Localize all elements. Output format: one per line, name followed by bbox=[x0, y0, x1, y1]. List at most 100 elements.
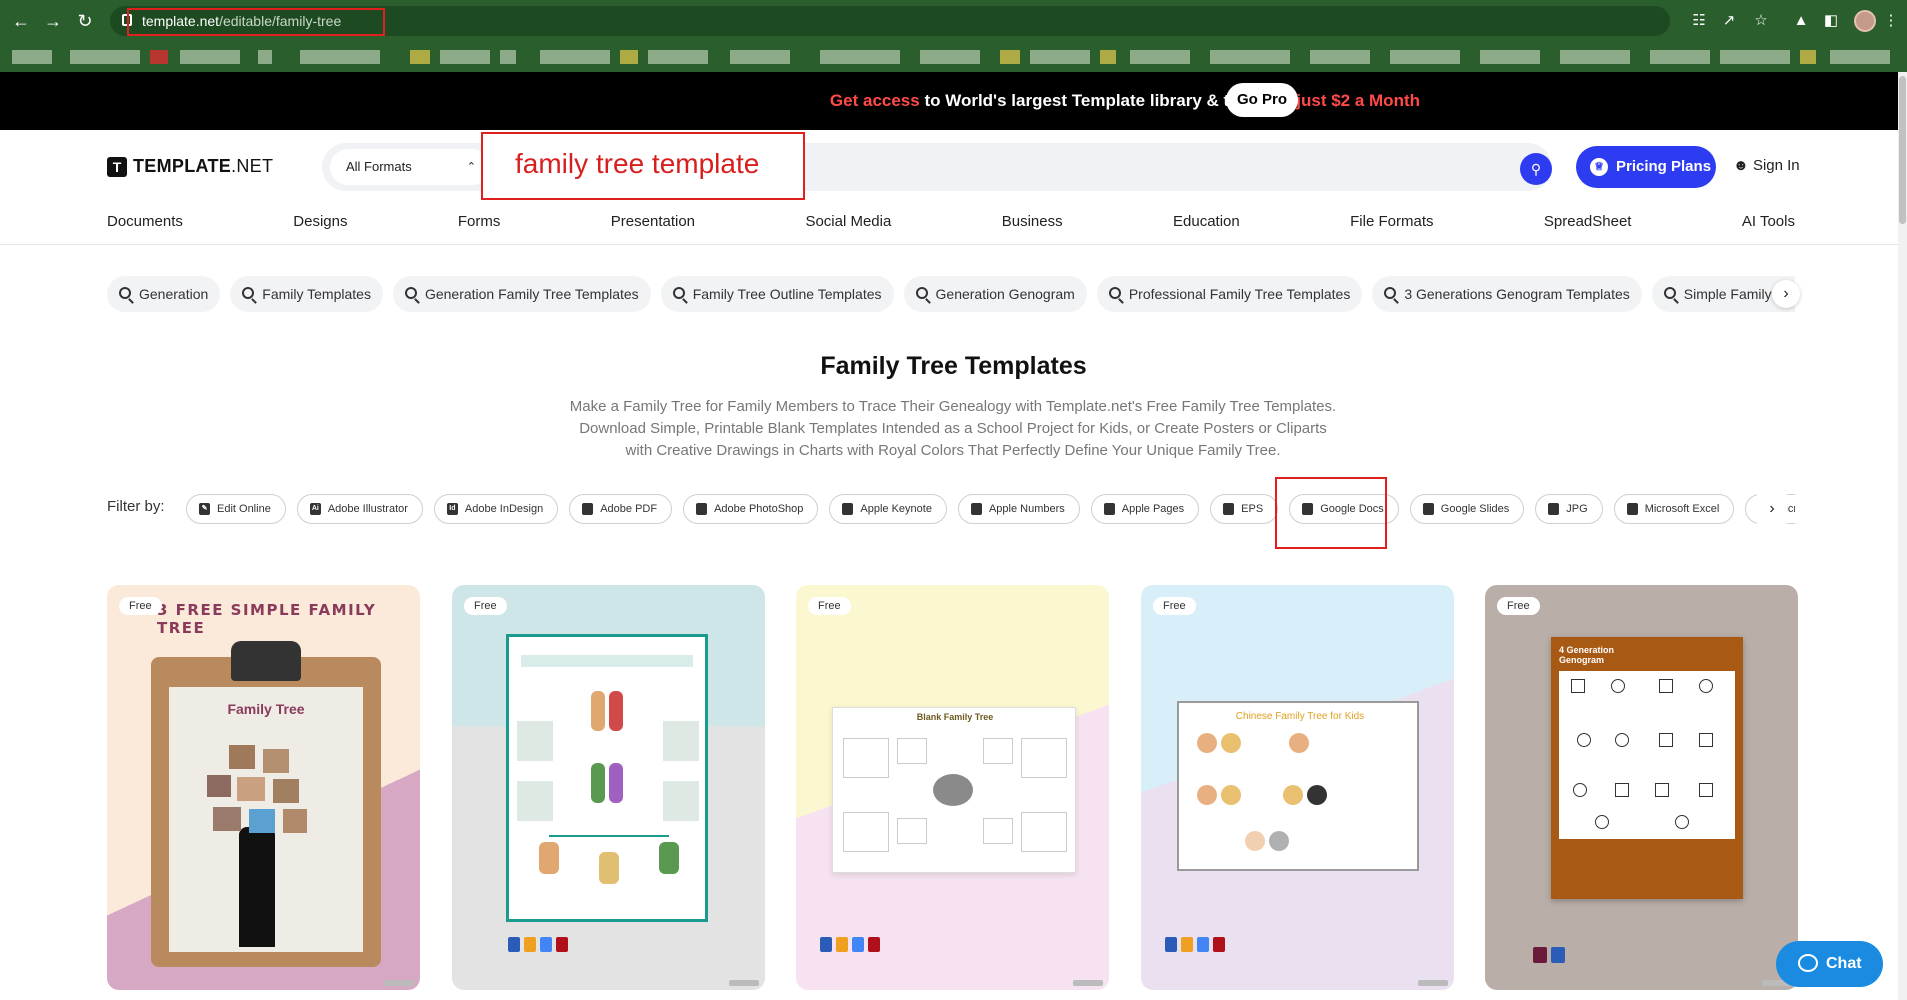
search-chip[interactable]: Family Templates bbox=[230, 276, 383, 312]
bookmark-item[interactable] bbox=[12, 50, 52, 64]
template-card[interactable]: Free Blank Family Tree bbox=[796, 585, 1109, 990]
bookmark-item[interactable] bbox=[820, 50, 900, 64]
bookmark-item[interactable] bbox=[1390, 50, 1460, 64]
filter-google-slides[interactable]: Google Slides bbox=[1409, 494, 1525, 524]
template-card[interactable]: Free Chinese Family Tree for Kids bbox=[1141, 585, 1454, 990]
nav-item-file-formats[interactable]: File Formats bbox=[1350, 213, 1433, 230]
nav-item-forms[interactable]: Forms bbox=[458, 213, 501, 230]
bookmark-item[interactable] bbox=[150, 50, 168, 64]
bookmark-item[interactable] bbox=[1650, 50, 1710, 64]
bookmark-item[interactable] bbox=[1830, 50, 1890, 64]
filter-adobe-illustrator[interactable]: Ai Adobe Illustrator bbox=[296, 494, 423, 524]
bookmarks-bar bbox=[0, 40, 1907, 72]
nav-item-business[interactable]: Business bbox=[1002, 213, 1063, 230]
search-chip[interactable]: Professional Family Tree Templates bbox=[1096, 276, 1363, 312]
filter-apple-numbers[interactable]: Apple Numbers bbox=[957, 494, 1080, 524]
bookmark-item[interactable] bbox=[1210, 50, 1290, 64]
chevron-right-icon[interactable]: › bbox=[1772, 280, 1800, 308]
filter-adobe-pdf[interactable]: Adobe PDF bbox=[569, 494, 673, 524]
search-chip[interactable]: Generation bbox=[107, 276, 221, 312]
search-query-text: family tree template bbox=[515, 148, 760, 179]
bookmark-item[interactable] bbox=[1000, 50, 1020, 64]
bookmark-item[interactable] bbox=[730, 50, 790, 64]
filter-edit-online[interactable]: ✎ Edit Online bbox=[186, 494, 286, 524]
share-icon[interactable]: ↗ bbox=[1718, 10, 1740, 32]
bookmark-item[interactable] bbox=[1310, 50, 1370, 64]
card-heading: Blank Family Tree bbox=[916, 712, 994, 722]
bookmark-item[interactable] bbox=[440, 50, 490, 64]
search-icon bbox=[915, 287, 928, 299]
reload-icon[interactable]: ↻ bbox=[72, 8, 98, 34]
filter-eps[interactable]: EPS bbox=[1210, 494, 1279, 524]
nav-item-documents[interactable]: Documents bbox=[107, 213, 183, 230]
bookmark-item[interactable] bbox=[500, 50, 516, 64]
bookmark-item[interactable] bbox=[1030, 50, 1090, 64]
bookmark-item[interactable] bbox=[70, 50, 140, 64]
page-scrollbar[interactable] bbox=[1898, 72, 1907, 1000]
filter-adobe-photoshop[interactable]: Adobe PhotoShop bbox=[683, 494, 819, 524]
scrollbar-thumb[interactable] bbox=[1899, 76, 1906, 224]
bookmark-item[interactable] bbox=[410, 50, 430, 64]
indesign-icon: Id bbox=[446, 503, 458, 515]
bookmark-item[interactable] bbox=[1130, 50, 1190, 64]
bookmark-item[interactable] bbox=[648, 50, 708, 64]
bookmark-item[interactable] bbox=[1560, 50, 1630, 64]
go-pro-button[interactable]: Go Pro bbox=[1226, 83, 1298, 117]
genogram-chart-graphic bbox=[1559, 671, 1735, 839]
filter-jpg[interactable]: JPG bbox=[1535, 494, 1603, 524]
filter-apple-keynote[interactable]: Apple Keynote bbox=[829, 494, 947, 524]
sign-in-link[interactable]: ☻ Sign In bbox=[1733, 157, 1800, 174]
extensions-icon[interactable]: ▲ bbox=[1790, 10, 1812, 32]
profile-avatar[interactable] bbox=[1854, 10, 1876, 32]
free-badge: Free bbox=[119, 597, 162, 615]
bookmark-item[interactable] bbox=[1800, 50, 1816, 64]
nav-item-presentation[interactable]: Presentation bbox=[611, 213, 695, 230]
side-panel-icon[interactable]: ◧ bbox=[1820, 10, 1842, 32]
bookmark-item[interactable] bbox=[540, 50, 610, 64]
filter-apple-pages[interactable]: Apple Pages bbox=[1090, 494, 1200, 524]
forward-arrow-icon[interactable]: → bbox=[40, 8, 66, 34]
free-badge: Free bbox=[1497, 597, 1540, 615]
bookmark-item[interactable] bbox=[1100, 50, 1116, 64]
nav-item-spreadsheet[interactable]: SpreadSheet bbox=[1544, 213, 1632, 230]
bookmark-item[interactable] bbox=[180, 50, 240, 64]
site-logo[interactable]: T TEMPLATE.NET bbox=[107, 156, 273, 177]
chevron-right-icon[interactable]: › bbox=[1757, 494, 1787, 524]
format-icons bbox=[1165, 937, 1225, 952]
eps-icon bbox=[1223, 503, 1235, 515]
genogram-illustration: 4 Generation Genogram bbox=[1551, 637, 1743, 899]
nav-item-education[interactable]: Education bbox=[1173, 213, 1240, 230]
template-card[interactable]: Free 3 FREE SIMPLE FAMILY TREE Family Tr… bbox=[107, 585, 420, 990]
bookmark-item[interactable] bbox=[620, 50, 638, 64]
filter-adobe-indesign[interactable]: Id Adobe InDesign bbox=[433, 494, 559, 524]
menu-icon[interactable]: ⋮ bbox=[1880, 10, 1902, 32]
bookmark-item[interactable] bbox=[1480, 50, 1540, 64]
watermark bbox=[729, 980, 759, 986]
back-arrow-icon[interactable]: ← bbox=[8, 8, 34, 34]
search-icon bbox=[1108, 287, 1121, 299]
photoshop-icon bbox=[696, 503, 708, 515]
search-button[interactable]: ⚲ bbox=[1520, 153, 1552, 185]
nav-item-designs[interactable]: Designs bbox=[293, 213, 347, 230]
filter-label: Filter by: bbox=[107, 498, 165, 515]
search-chip[interactable]: Generation Genogram bbox=[903, 276, 1087, 312]
pricing-plans-button[interactable]: ♕ Pricing Plans bbox=[1576, 146, 1716, 188]
template-card[interactable]: Free 4 Generation Genogram bbox=[1485, 585, 1798, 990]
header-divider bbox=[0, 244, 1907, 245]
bookmark-item[interactable] bbox=[920, 50, 980, 64]
filter-microsoft-excel[interactable]: Microsoft Excel bbox=[1613, 494, 1735, 524]
search-chip[interactable]: 3 Generations Genogram Templates bbox=[1372, 276, 1642, 312]
template-card[interactable]: Free bbox=[452, 585, 765, 990]
bookmark-item[interactable] bbox=[258, 50, 272, 64]
translate-icon[interactable]: ☷ bbox=[1688, 10, 1710, 32]
search-chip[interactable]: Family Tree Outline Templates bbox=[660, 276, 894, 312]
bookmark-item[interactable] bbox=[1720, 50, 1790, 64]
bookmark-star-icon[interactable]: ☆ bbox=[1750, 10, 1772, 32]
nav-item-social-media[interactable]: Social Media bbox=[805, 213, 891, 230]
bookmark-item[interactable] bbox=[300, 50, 380, 64]
search-input[interactable] bbox=[812, 151, 1502, 183]
nav-item-ai-tools[interactable]: AI Tools bbox=[1742, 213, 1795, 230]
format-select[interactable]: All Formats ⌃ bbox=[330, 149, 490, 185]
chat-button[interactable]: Chat bbox=[1776, 941, 1883, 987]
search-chip[interactable]: Generation Family Tree Templates bbox=[392, 276, 651, 312]
